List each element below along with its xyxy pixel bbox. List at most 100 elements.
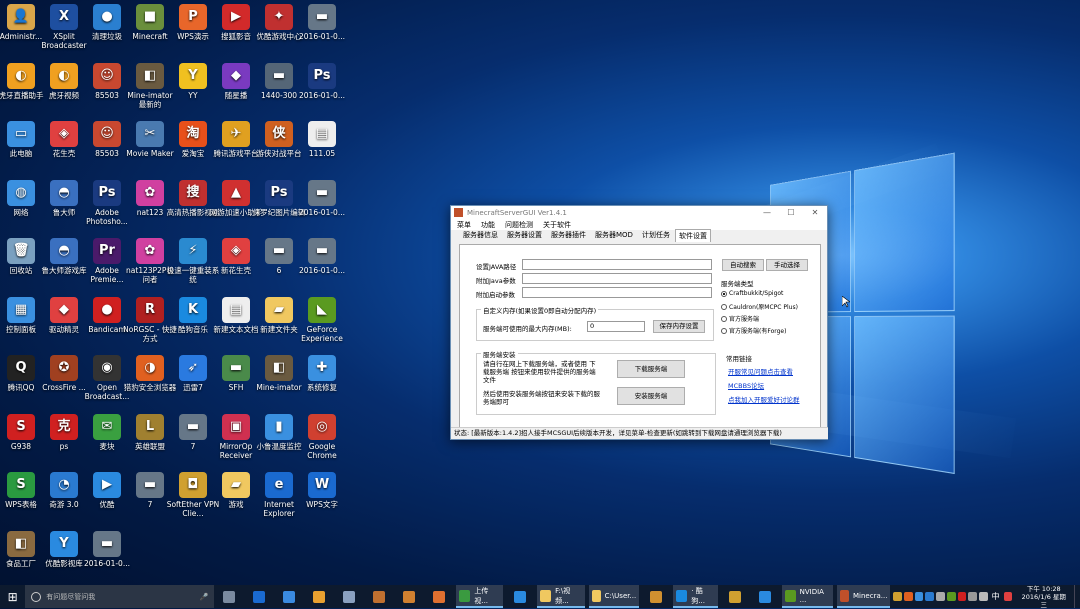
desktop-icon[interactable]: ▬ 2016-01-0... — [295, 179, 349, 217]
download-server-button[interactable]: 下载服务端 — [617, 360, 685, 378]
maximize-icon[interactable]: ☐ — [779, 208, 803, 217]
taskbar-app-button[interactable]: NVIDIA ... — [781, 585, 834, 608]
app-icon: S — [7, 413, 35, 440]
tray-app-icon[interactable] — [925, 592, 935, 601]
app-icon: L — [136, 413, 164, 440]
network-icon[interactable] — [968, 592, 977, 601]
taskbar-app-button[interactable]: 上传视... — [456, 585, 503, 608]
taskbar-app-button[interactable] — [276, 585, 302, 608]
desktop-icon[interactable]: W WPS文字 — [295, 472, 349, 509]
tab-server-mods[interactable]: 服务器MOD — [591, 228, 637, 242]
taskbar-app-button[interactable] — [306, 585, 332, 608]
windows-start-icon: ⊞ — [7, 589, 18, 604]
link-faq[interactable]: 开服常见问题点击查看 — [728, 366, 793, 376]
server-type-label: 官方服务端 — [729, 316, 760, 323]
tray-app-icon[interactable] — [936, 592, 945, 601]
server-type-radio[interactable]: Cauldron(原MCPC Plus) — [721, 302, 798, 311]
minimize-icon[interactable]: — — [755, 208, 779, 217]
desktop-icon[interactable]: ▬ 2016-01-0... — [80, 530, 134, 568]
manual-select-button[interactable]: 手动选择 — [766, 259, 808, 271]
microphone-icon[interactable]: 🎤 — [200, 593, 209, 601]
app-icon — [454, 208, 463, 217]
server-type-group: 服务端类型 Craftbukkit/Spigot Cauldron(原MCPC … — [718, 278, 814, 341]
search-placeholder: 有问题尽管问我 — [46, 592, 96, 601]
desktop-icon[interactable]: ▬ 2016-01-0... — [295, 4, 349, 41]
close-icon[interactable]: ✕ — [803, 208, 827, 217]
taskbar-app-button[interactable]: C:\User... — [588, 585, 640, 608]
taskbar-app-button[interactable] — [643, 585, 669, 608]
desktop-icon[interactable]: ▤ 111.05 — [295, 121, 349, 158]
taskbar-app-button[interactable]: · 酷狗... — [673, 585, 718, 608]
taskbar-app-button[interactable] — [336, 585, 362, 608]
start-button[interactable]: ⊞ — [0, 585, 25, 608]
tray-app-icon[interactable] — [1003, 592, 1013, 601]
tab-scheduled-tasks[interactable]: 计划任务 — [638, 228, 674, 242]
tab-server-plugins[interactable]: 服务器插件 — [547, 228, 590, 242]
window-titlebar[interactable]: MinecraftServerGUI Ver1.4.1 — ☐ ✕ — [451, 206, 827, 219]
ime-indicator[interactable]: 中 — [992, 591, 1000, 602]
tray-app-icon[interactable] — [904, 592, 913, 601]
java-path-label: 设置JAVA路径 — [476, 263, 517, 271]
search-box[interactable]: 有问题尽管问我 🎤 — [25, 585, 215, 608]
taskbar-app-button[interactable] — [246, 585, 272, 608]
install-instructions-1: 请自行在网上下载服务端，或者使用 下载服务端 按钮来使用软件提供的服务端文件 — [483, 360, 596, 384]
tray-app-icon[interactable] — [914, 592, 924, 601]
desktop-icon[interactable]: ▬ 2016-01-0... — [295, 238, 349, 275]
app-icon: 👤 — [7, 4, 35, 30]
taskbar-app-button[interactable] — [396, 585, 422, 608]
java-path-input[interactable] — [522, 259, 712, 270]
server-type-radio[interactable]: Craftbukkit/Spigot — [721, 290, 783, 297]
mcsgui-window: MinecraftServerGUI Ver1.4.1 — ☐ ✕ 菜单 功能 … — [450, 205, 828, 440]
app-icon: Y — [179, 62, 207, 89]
clock[interactable]: 下午 10:28 2016/1/6 星期三 — [1019, 585, 1068, 609]
volume-icon[interactable] — [978, 592, 988, 601]
tray-app-icon[interactable] — [946, 592, 956, 601]
install-server-button[interactable]: 安装服务端 — [617, 387, 685, 405]
server-type-radio[interactable]: 官方服务端(有Forge) — [721, 326, 786, 335]
taskbar-app-button[interactable] — [722, 585, 748, 608]
desktop-icon[interactable]: Ps 2016-01-0... — [295, 62, 349, 100]
app-icon: ▭ — [7, 121, 35, 147]
taskbar-app-button[interactable] — [507, 585, 533, 608]
app-icon: ▤ — [222, 296, 250, 323]
start-args-input[interactable] — [522, 287, 712, 298]
radio-icon — [721, 303, 727, 310]
clock-date: 2016/1/6 星期三 — [1021, 592, 1066, 609]
desktop-icon[interactable]: ◣ GeForce Experience — [295, 296, 349, 343]
auto-search-button[interactable]: 自动搜索 — [722, 259, 764, 271]
tray-app-icon[interactable] — [893, 592, 903, 601]
taskbar-app-button[interactable] — [426, 585, 452, 608]
app-icon: Q — [7, 355, 35, 381]
app-icon — [840, 589, 849, 602]
tab-server-settings[interactable]: 服务器设置 — [503, 228, 546, 242]
taskbar-app-button[interactable]: Minecra... — [837, 585, 891, 608]
radio-selected-icon — [721, 290, 727, 297]
app-icon: ■ — [136, 4, 164, 30]
app-icon: ◧ — [265, 355, 293, 381]
start-args-label: 附加启动参数 — [476, 291, 515, 299]
taskbar-app-button[interactable]: F:\视频... — [536, 585, 585, 608]
show-desktop-button[interactable] — [1074, 585, 1080, 608]
app-icon — [676, 589, 688, 602]
app-icon: P — [179, 4, 207, 30]
link-mcbbs[interactable]: MCBBS论坛 — [728, 380, 764, 390]
tab-server-info[interactable]: 服务器信息 — [459, 228, 502, 242]
save-memory-button[interactable]: 保存内存设置 — [653, 320, 705, 333]
desktop-icon[interactable]: ✚ 系统修复 — [295, 355, 349, 392]
max-memory-input[interactable]: 0 — [587, 321, 645, 332]
app-icon: ◓ — [50, 179, 78, 206]
tab-software-settings[interactable]: 软件设置 — [674, 229, 711, 242]
taskbar-app-button[interactable] — [752, 585, 778, 608]
link-join-group[interactable]: 点我加入开服爱好讨论群 — [728, 394, 800, 404]
app-icon: 🗑 — [7, 238, 35, 264]
server-type-radio[interactable]: 官方服务端 — [721, 314, 759, 323]
desktop-icon-label: 系统修复 — [307, 383, 337, 392]
desktop-icon[interactable]: ◎ Google Chrome — [295, 413, 349, 460]
tab-strip: 服务器信息 服务器设置 服务器插件 服务器MOD 计划任务 软件设置 — [451, 228, 827, 242]
taskbar-app-button[interactable] — [216, 585, 242, 608]
java-args-input[interactable] — [522, 273, 712, 284]
tray-app-icon[interactable] — [957, 592, 967, 601]
app-icon: ✚ — [308, 355, 336, 381]
taskbar-apps: 上传视... F:\视频... C:\User... · 酷狗... NVIDIA ..… — [214, 585, 892, 608]
taskbar-app-button[interactable] — [366, 585, 392, 608]
